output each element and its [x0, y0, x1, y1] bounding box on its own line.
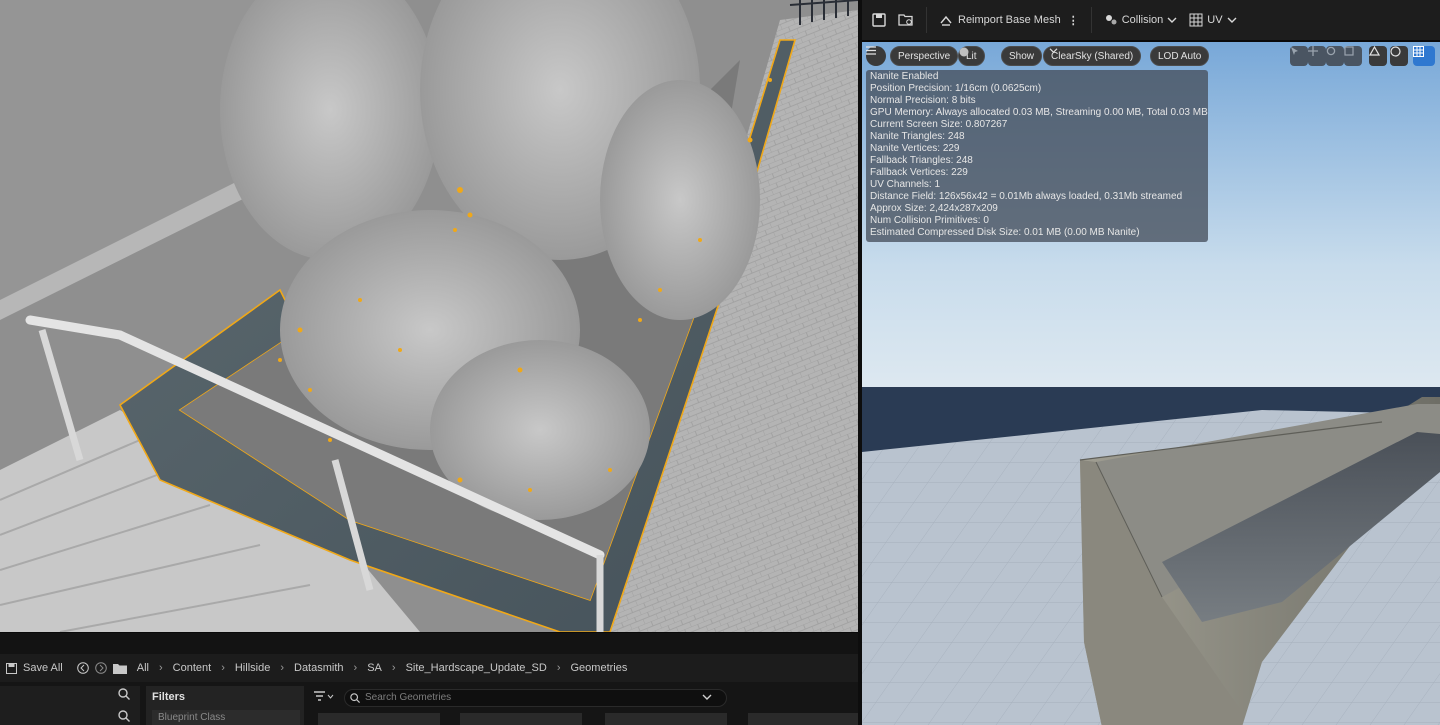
chevron-right-icon: ›	[391, 662, 396, 674]
level-viewport[interactable]	[0, 0, 858, 632]
breadcrumb-datasmith[interactable]: Datasmith	[292, 662, 346, 674]
chevron-right-icon: ›	[221, 662, 225, 674]
show-button[interactable]: Show	[1001, 46, 1043, 66]
uv-grid-icon	[1189, 13, 1203, 27]
save-icon[interactable]	[872, 13, 886, 27]
chevron-down-icon	[1049, 48, 1058, 54]
reimport-base-mesh-button[interactable]: Reimport Base Mesh ⋮	[939, 13, 1079, 27]
collision-icon	[1105, 15, 1117, 25]
breadcrumb-hillside[interactable]: Hillside	[233, 662, 272, 674]
translate-mode-icon[interactable]	[1308, 46, 1326, 66]
perspective-label: Perspective	[898, 50, 951, 62]
breadcrumb-geometries[interactable]: Geometries	[569, 662, 630, 674]
browse-to-asset-icon[interactable]	[898, 13, 914, 27]
content-browser-pathbar: Save All All › Content › Hillside › Data…	[0, 654, 858, 682]
chevron-down-icon[interactable]	[702, 693, 712, 701]
collision-dropdown[interactable]: Collision	[1104, 13, 1178, 27]
content-browser-tabbar	[0, 632, 858, 654]
mesh-editor-toolbar: Reimport Base Mesh ⋮ Collision UV	[862, 0, 1440, 40]
lit-button[interactable]: Lit	[958, 46, 985, 66]
collision-label: Collision	[1121, 14, 1164, 26]
stat-line: Nanite Triangles: 248	[870, 131, 965, 142]
breadcrumb-sa[interactable]: SA	[365, 662, 384, 674]
content-browser-body: Filters Blueprint Class Search Geometrie…	[0, 682, 858, 725]
asset-tile[interactable]	[318, 713, 440, 725]
surface-snap-icon[interactable]	[1369, 46, 1387, 66]
sky-label: ClearSky (Shared)	[1051, 50, 1134, 62]
asset-tile[interactable]	[748, 713, 858, 725]
level-viewport-scene	[0, 0, 858, 632]
mesh-stats-overlay: Nanite Enabled Position Precision: 1/16c…	[866, 70, 1208, 242]
chevron-down-icon	[1167, 17, 1177, 23]
folder-icon[interactable]	[112, 663, 127, 674]
chevron-right-icon: ›	[353, 662, 358, 674]
rotate-mode-icon[interactable]	[1326, 46, 1344, 66]
mesh-preview-viewport[interactable]: Perspective Lit Show ClearSky (Shared) L…	[862, 40, 1440, 725]
search-geometries-input[interactable]: Search Geometries	[344, 689, 727, 707]
lit-sphere-icon	[959, 47, 969, 57]
filter-icon[interactable]	[314, 691, 334, 703]
reimport-icon	[940, 15, 952, 26]
select-mode-icon[interactable]	[1290, 46, 1308, 66]
filters-title: Filters	[152, 691, 186, 703]
breadcrumb-content[interactable]: Content	[171, 662, 214, 674]
reimport-label: Reimport Base Mesh	[958, 14, 1061, 26]
stat-line: Approx Size: 2,424x287x209	[870, 203, 998, 214]
chevron-right-icon: ›	[556, 662, 561, 674]
stat-line: Num Collision Primitives: 0	[870, 215, 989, 226]
chevron-right-icon: ›	[158, 662, 163, 674]
lod-label: LOD Auto	[1158, 50, 1202, 62]
stat-line: Fallback Vertices: 229	[870, 167, 968, 178]
show-label: Show	[1009, 50, 1035, 62]
toolbar-separator	[1090, 7, 1092, 33]
filters-panel: Filters Blueprint Class	[146, 686, 304, 725]
stat-line: Normal Precision: 8 bits	[870, 95, 976, 106]
uv-dropdown[interactable]: UV	[1189, 13, 1237, 27]
breadcrumb-site-hardscape[interactable]: Site_Hardscape_Update_SD	[404, 662, 549, 674]
save-all-button[interactable]: Save All	[21, 662, 65, 674]
toolbar-separator	[926, 7, 927, 33]
asset-tile[interactable]	[605, 713, 727, 725]
forward-arrow-icon[interactable]	[94, 662, 107, 674]
sources-panel	[0, 686, 140, 725]
stat-line: Fallback Triangles: 248	[870, 155, 973, 166]
sky-dropdown[interactable]: ClearSky (Shared)	[1043, 46, 1142, 66]
back-arrow-icon[interactable]	[76, 662, 89, 674]
stat-line: UV Channels: 1	[870, 179, 941, 190]
stat-line: Estimated Compressed Disk Size: 0.01 MB …	[870, 227, 1140, 238]
search-icon	[350, 693, 360, 703]
hamburger-menu-icon[interactable]	[866, 46, 886, 66]
save-all-icon[interactable]	[6, 662, 17, 674]
stat-line: Distance Field: 126x56x42 = 0.01Mb alway…	[870, 191, 1183, 202]
stat-line: Current Screen Size: 0.807267	[870, 119, 1008, 130]
content-browser: Save All All › Content › Hillside › Data…	[0, 632, 858, 725]
world-local-icon[interactable]	[1390, 46, 1408, 66]
more-options-icon[interactable]: ⋮	[1068, 14, 1079, 27]
stat-line: Nanite Vertices: 229	[870, 143, 960, 154]
scale-mode-icon[interactable]	[1344, 46, 1362, 66]
search-icon[interactable]	[118, 710, 130, 722]
asset-tile[interactable]	[460, 713, 582, 725]
chevron-down-icon	[1227, 17, 1237, 23]
stat-line: Nanite Enabled	[870, 71, 939, 82]
perspective-button[interactable]: Perspective	[890, 46, 959, 66]
stat-line: GPU Memory: Always allocated 0.03 MB, St…	[870, 107, 1208, 118]
grid-snap-icon[interactable]	[1413, 46, 1435, 66]
stat-line: Position Precision: 1/16cm (0.0625cm)	[870, 83, 1042, 94]
asset-search-row: Search Geometries	[310, 686, 858, 725]
search-icon[interactable]	[118, 688, 130, 700]
lod-dropdown[interactable]: LOD Auto	[1150, 46, 1210, 66]
filter-blueprint-class[interactable]: Blueprint Class	[152, 710, 300, 725]
chevron-right-icon: ›	[280, 662, 284, 674]
uv-label: UV	[1207, 14, 1223, 26]
breadcrumb-all[interactable]: All	[135, 662, 151, 674]
